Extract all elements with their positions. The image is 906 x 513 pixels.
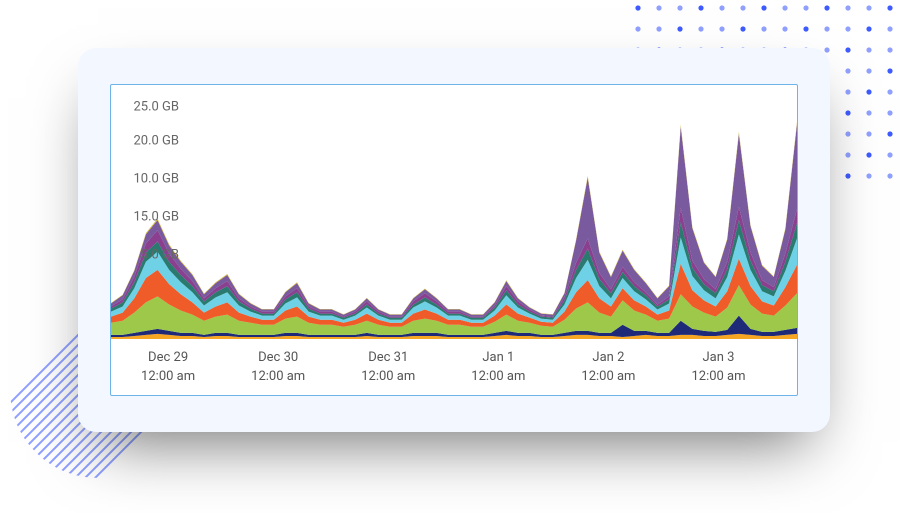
- y-tick-label: 15.0 GB: [133, 210, 179, 225]
- x-tick-label: Jan 212:00 am: [581, 349, 635, 387]
- y-tick-label: 20.0 GB: [133, 134, 179, 149]
- y-tick-label: 25.0 GB: [133, 100, 179, 115]
- x-tick-label: Jan 112:00 am: [471, 349, 525, 387]
- y-tick-label: 5.0 GB: [141, 248, 179, 263]
- x-axis: Dec 2912:00 am Dec 3012:00 am Dec 3112:00 …: [111, 339, 797, 395]
- x-tick-label: Dec 3112:00 am: [361, 349, 415, 387]
- x-tick-label: Dec 2912:00 am: [141, 349, 195, 387]
- x-tick-label: Jan 312:00 am: [691, 349, 745, 387]
- plot-area: [111, 85, 797, 339]
- x-tick-label: Dec 3012:00 am: [251, 349, 305, 387]
- chart-card: 5.0 GB 10.0 GB 15.0 GB 20.0 GB 25.0 GB Dec 2…: [78, 48, 830, 432]
- chart-frame[interactable]: 5.0 GB 10.0 GB 15.0 GB 20.0 GB 25.0 GB Dec 2…: [110, 84, 798, 396]
- y-tick-label: 10.0 GB: [133, 172, 179, 187]
